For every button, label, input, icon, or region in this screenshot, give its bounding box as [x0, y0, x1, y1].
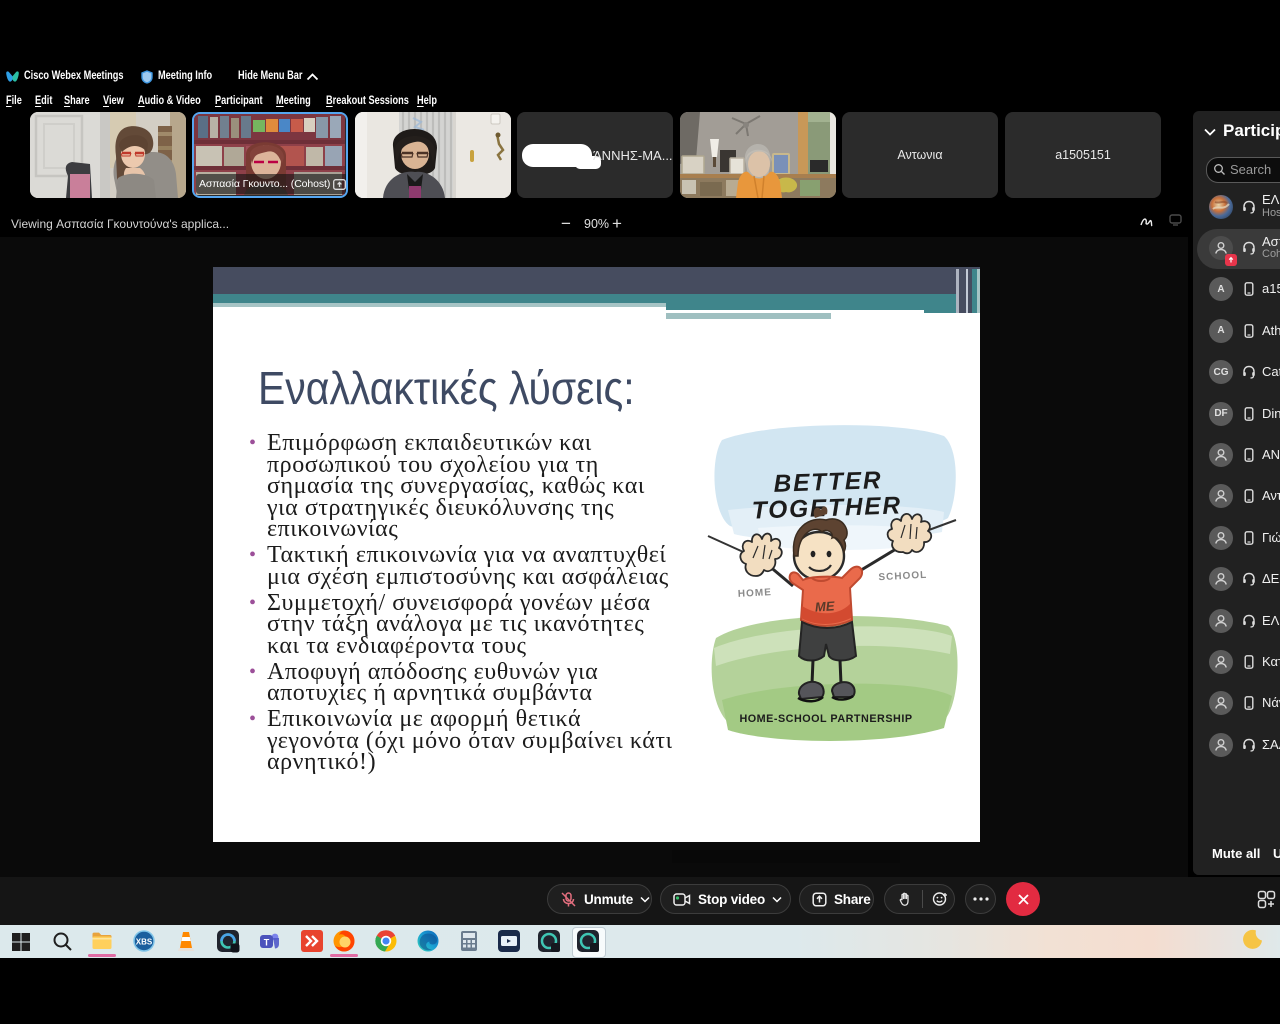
svg-text:HOME-SCHOOL PARTNERSHIP: HOME-SCHOOL PARTNERSHIP	[739, 713, 912, 725]
svg-text:T: T	[264, 938, 270, 948]
svg-text:XBS: XBS	[136, 938, 153, 947]
svg-text:HOME: HOME	[738, 587, 773, 600]
svg-text:SCHOOL: SCHOOL	[878, 570, 927, 584]
svg-text:ME: ME	[814, 598, 835, 614]
